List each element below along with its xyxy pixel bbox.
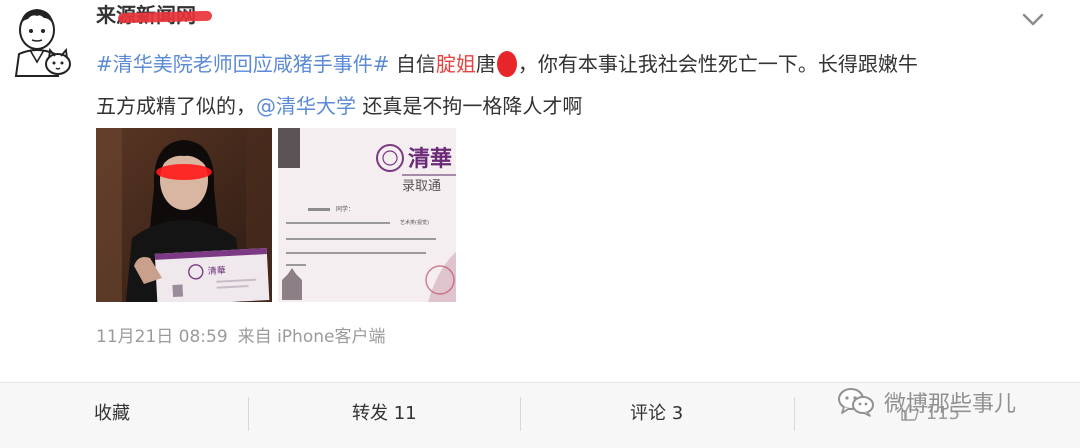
watermark-text: 微博那些事儿 [884, 392, 1017, 417]
comment-button[interactable]: 评论 3 [630, 401, 683, 427]
action-separator [520, 397, 521, 431]
post-image-admission-letter[interactable]: 清華 录取通 同学： 艺术类(视觉) [278, 128, 456, 302]
post-text-segment: 还真是不拘一格降人才啊 [356, 94, 583, 118]
letter-greeting: 同学： [336, 205, 354, 213]
mention-link[interactable]: @清华大学 [256, 94, 356, 118]
letter-school-title: 清華 [408, 146, 452, 172]
highlighted-text: 腚姐 [435, 52, 476, 76]
favorite-button[interactable]: 收藏 [94, 401, 130, 427]
letter-title: 录取通 [402, 179, 441, 194]
post-text: #清华美院老师回应咸猪手事件# 自信腚姐唐 ，你有本事让我社会性死亡一下。长得跟嫩… [96, 43, 1016, 127]
wechat-icon [838, 388, 874, 417]
post-text-line-1: #清华美院老师回应咸猪手事件# 自信腚姐唐 ，你有本事让我社会性死亡一下。长得跟嫩… [96, 43, 1016, 85]
cartoon-avatar-icon [14, 9, 71, 77]
action-separator [794, 397, 795, 431]
admission-letter-image: 清華 录取通 同学： 艺术类(视觉) [278, 128, 456, 302]
action-separator [248, 397, 249, 431]
post-text-segment: 自信 [389, 52, 436, 76]
post-text-segment: 唐 [475, 52, 496, 76]
post-meta: 11月21日 08:59 来自 iPhone客户端 [96, 322, 395, 347]
avatar[interactable] [10, 2, 76, 84]
text-redaction-mark [496, 51, 517, 77]
repost-button[interactable]: 转发 11 [352, 401, 417, 427]
post-source[interactable]: 来自 iPhone客户端 [238, 327, 386, 347]
post-text-line-2: 五方成精了似的，@清华大学 还真是不拘一格降人才啊 [96, 85, 1016, 127]
post-text-segment: 五方成精了似的， [96, 94, 256, 118]
portrait-image: 清華 [96, 128, 272, 302]
chevron-down-icon [1022, 13, 1044, 26]
letter-school-name: 清華 [207, 264, 226, 277]
topic-link[interactable]: #清华美院老师回应咸猪手事件# [96, 52, 390, 76]
post-image-portrait[interactable]: 清華 [96, 128, 272, 302]
name-redaction-mark [117, 10, 213, 24]
letter-major: 艺术类(视觉) [400, 219, 429, 226]
post-timestamp: 11月21日 08:59 [96, 327, 228, 347]
watermark: 微博那些事儿 [836, 386, 1016, 418]
post-text-segment: ，你有本事让我社会性死亡一下。长得跟嫩牛 [517, 52, 918, 76]
post-menu-button[interactable] [1018, 8, 1048, 32]
